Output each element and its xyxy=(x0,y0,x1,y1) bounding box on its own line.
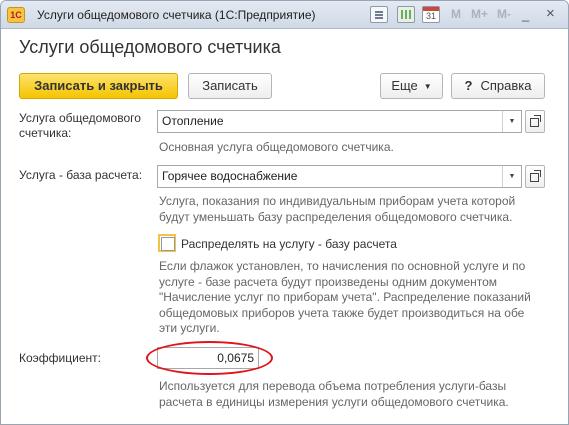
help-icon: ? xyxy=(464,78,473,93)
calculator-icon[interactable] xyxy=(397,6,415,23)
service-hint: Основная услуга общедомового счетчика. xyxy=(159,140,394,154)
save-button[interactable]: Записать xyxy=(188,73,272,99)
close-button[interactable]: × xyxy=(546,5,555,22)
window-title: Услуги общедомового счетчика (1С:Предпри… xyxy=(37,8,316,22)
calendar-icon[interactable]: 31 xyxy=(422,6,440,23)
title-bar: 1С Услуги общедомового счетчика (1С:Пред… xyxy=(1,1,568,29)
memory-m-button[interactable]: M xyxy=(451,7,461,21)
base-service-hint: Услуга, показания по индивидуальным приб… xyxy=(159,194,516,224)
document-icon[interactable] xyxy=(370,6,388,23)
more-label: Еще xyxy=(391,78,418,93)
base-service-value: Горячее водоснабжение xyxy=(162,169,298,183)
base-service-label: Услуга - база расчета: xyxy=(19,168,143,182)
app-window: 1С Услуги общедомового счетчика (1С:Пред… xyxy=(0,0,569,425)
app-logo-icon[interactable]: 1С xyxy=(7,7,25,23)
chevron-down-icon: ▼ xyxy=(423,81,432,91)
distribute-hint: Если флажок установлен, то начисления по… xyxy=(159,259,531,335)
memory-minus-button[interactable]: M- xyxy=(497,7,511,21)
help-button[interactable]: ? Справка xyxy=(451,73,545,99)
coefficient-label: Коэффициент: xyxy=(19,351,101,365)
coefficient-hint: Используется для перевода объема потребл… xyxy=(159,379,509,409)
minimize-button[interactable]: _ xyxy=(522,7,529,22)
more-button[interactable]: Еще ▼ xyxy=(380,73,443,99)
coefficient-input[interactable]: 0,0675 xyxy=(157,347,259,369)
service-input[interactable]: Отопление ▼ xyxy=(157,110,522,133)
memory-plus-button[interactable]: M+ xyxy=(471,7,488,21)
help-label: Справка xyxy=(480,78,532,93)
service-label: Услуга общедомового счетчика: xyxy=(19,111,141,140)
base-service-input[interactable]: Горячее водоснабжение ▼ xyxy=(157,165,522,188)
open-icon[interactable] xyxy=(525,110,545,133)
dropdown-arrow-icon[interactable]: ▼ xyxy=(502,111,521,132)
calendar-day: 31 xyxy=(425,11,436,21)
dropdown-arrow-icon[interactable]: ▼ xyxy=(502,166,521,187)
save-and-close-button[interactable]: Записать и закрыть xyxy=(19,73,178,99)
distribute-label[interactable]: Распределять на услугу - базу расчета xyxy=(181,237,397,252)
service-value: Отопление xyxy=(162,114,224,128)
distribute-checkbox[interactable] xyxy=(158,234,176,252)
open-icon[interactable] xyxy=(525,165,545,188)
page-title: Услуги общедомового счетчика xyxy=(19,37,281,57)
